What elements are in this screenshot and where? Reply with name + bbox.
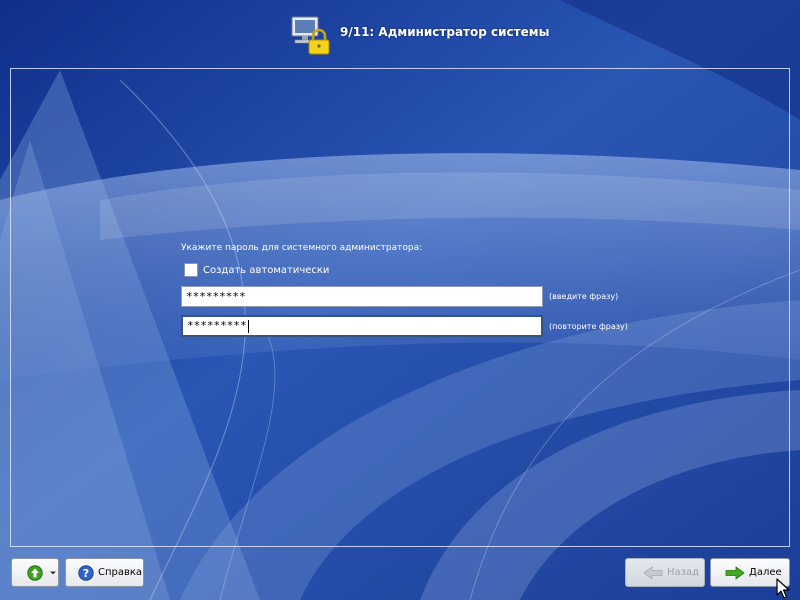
- content-panel: [10, 68, 790, 547]
- chevron-down-icon: [50, 571, 56, 574]
- text-caret: [247, 319, 249, 333]
- back-button-label: Назад: [667, 567, 700, 578]
- up-arrow-icon: [27, 564, 43, 581]
- menu-button[interactable]: [11, 558, 59, 587]
- step-title: 9/11: Администратор системы: [340, 25, 550, 39]
- password-confirm-row: ********* (повторите фразу): [181, 315, 628, 337]
- help-button[interactable]: ? Справка: [65, 558, 144, 587]
- auto-generate-option[interactable]: Создать автоматически: [184, 263, 329, 277]
- installer-screen: 9/11: Администратор системы Укажите паро…: [0, 0, 800, 600]
- back-button[interactable]: Назад: [625, 558, 705, 587]
- password-confirm-input[interactable]: *********: [181, 315, 543, 337]
- right-arrow-icon: [725, 565, 745, 580]
- next-button-label: Далее: [749, 567, 782, 578]
- auto-generate-checkbox[interactable]: [184, 263, 198, 277]
- computer-lock-icon: [291, 16, 330, 55]
- mouse-pointer-icon: [776, 578, 790, 599]
- svg-text:?: ?: [83, 567, 89, 580]
- password-hint: (введите фразу): [549, 292, 619, 301]
- password-input[interactable]: *********: [181, 286, 543, 307]
- password-value: *********: [186, 290, 246, 303]
- auto-generate-label[interactable]: Создать автоматически: [203, 265, 329, 276]
- password-prompt: Укажите пароль для системного администра…: [181, 243, 423, 253]
- password-confirm-hint: (повторите фразу): [549, 321, 628, 331]
- password-row: ********* (введите фразу): [181, 286, 618, 307]
- help-button-label: Справка: [98, 567, 143, 578]
- password-confirm-value: *********: [187, 319, 247, 332]
- left-arrow-icon: [643, 565, 663, 580]
- question-icon: ?: [78, 564, 94, 581]
- step-header: 9/11: Администратор системы: [290, 14, 549, 56]
